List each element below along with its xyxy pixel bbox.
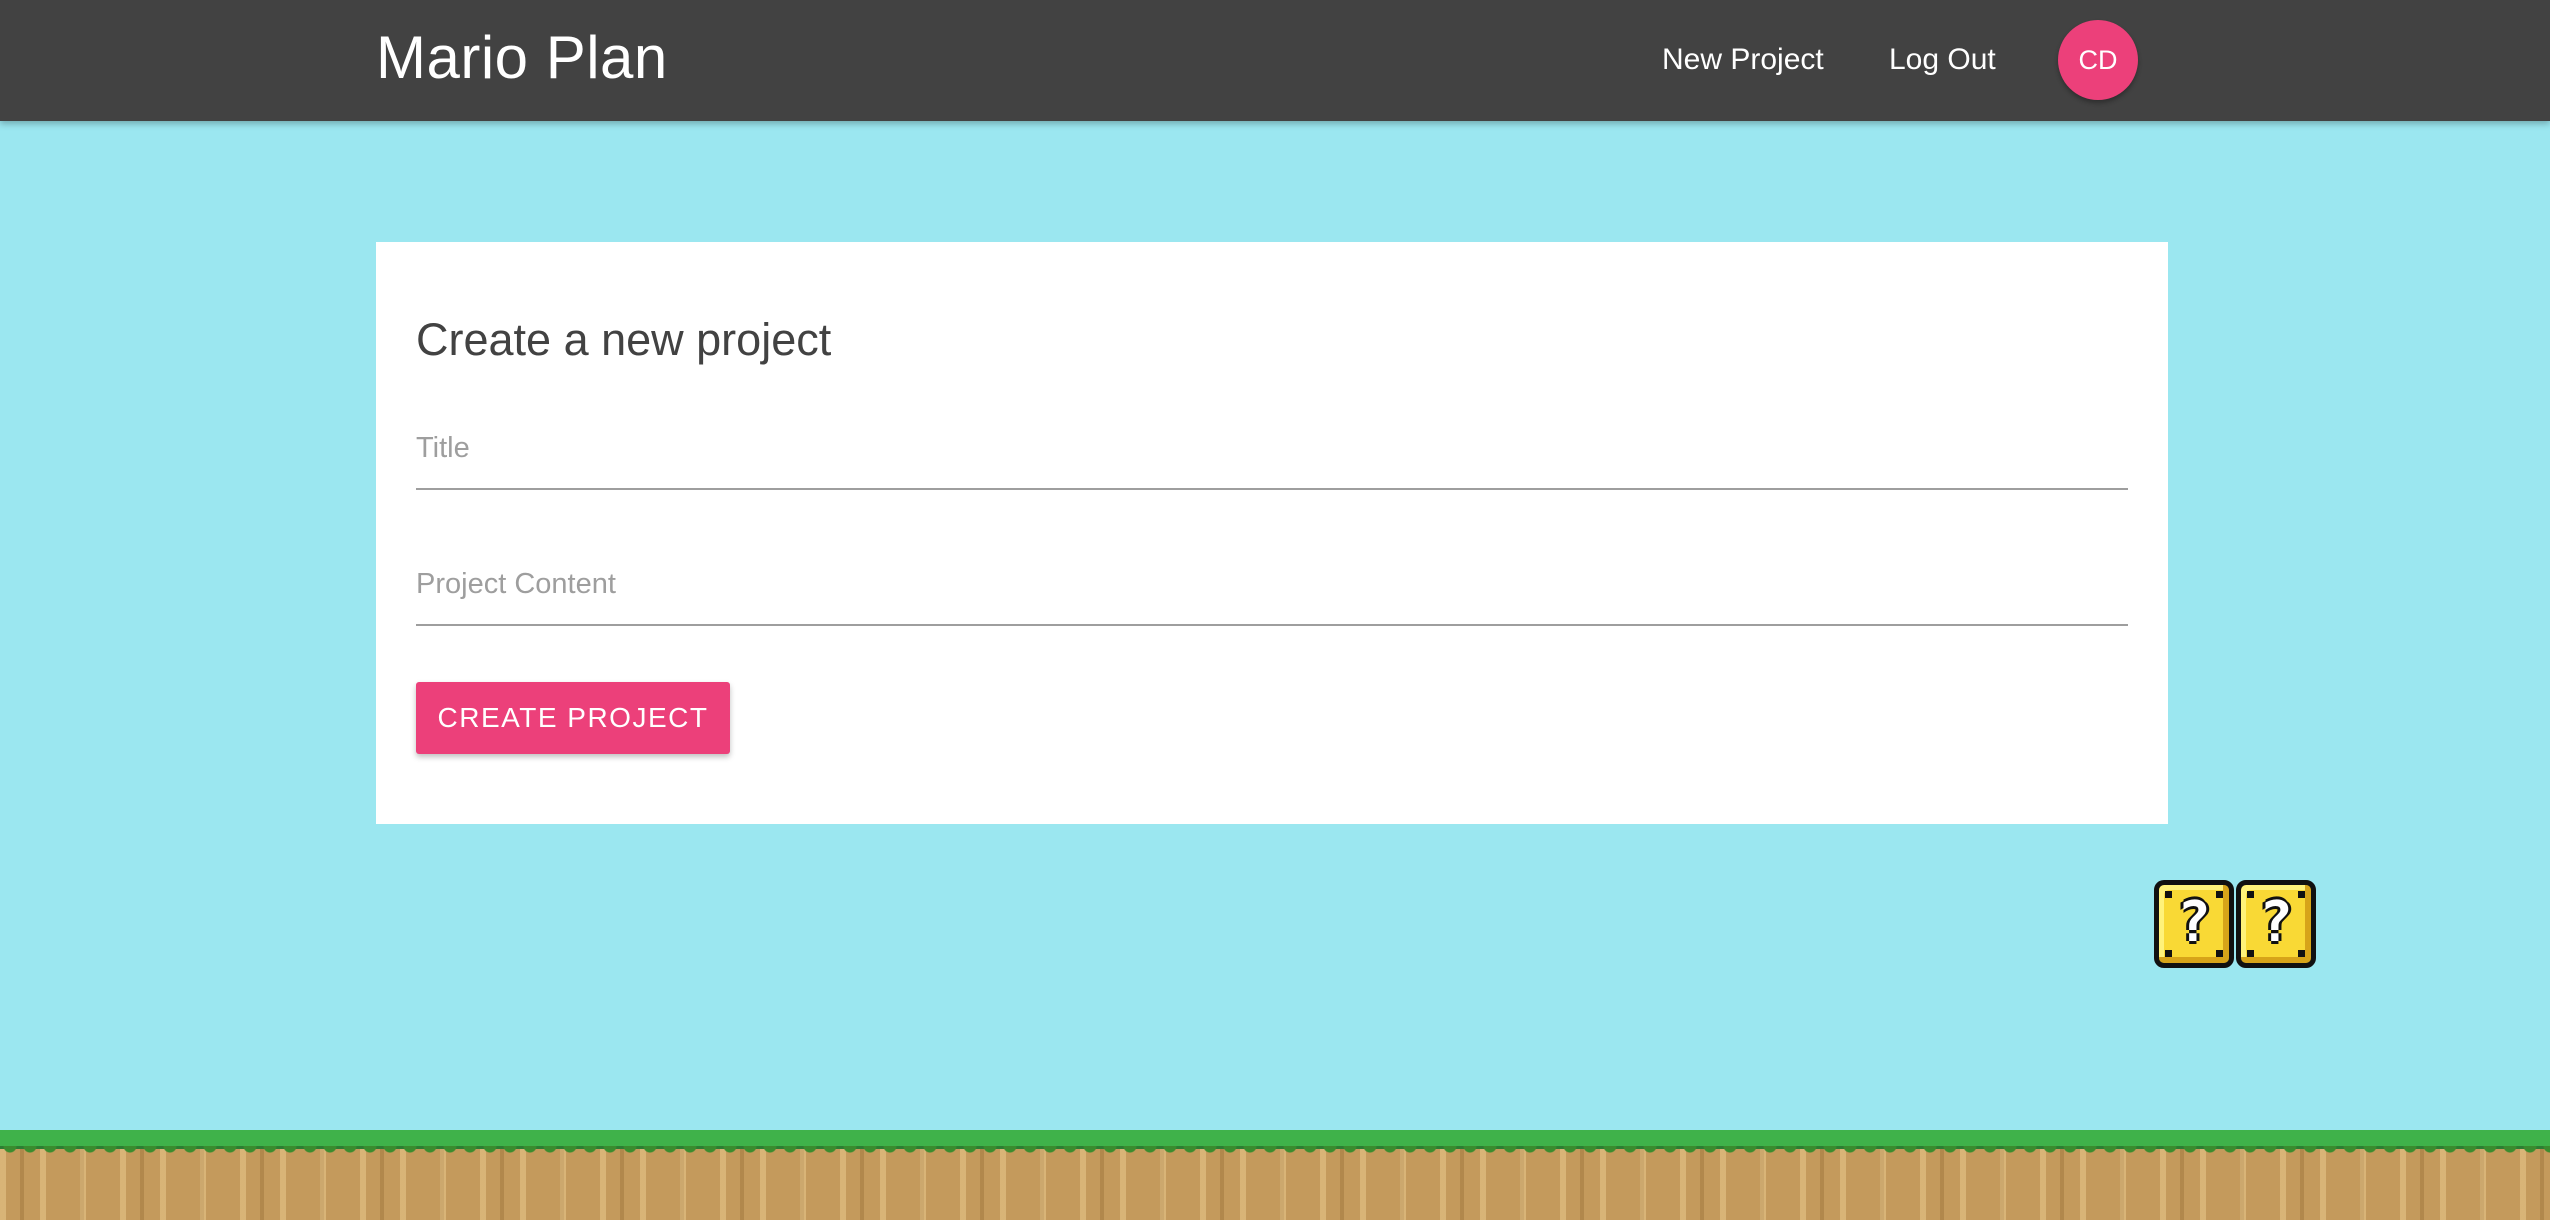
project-content-input[interactable] bbox=[416, 554, 2132, 626]
title-input[interactable] bbox=[416, 418, 2132, 490]
project-content-field[interactable]: Project Content bbox=[416, 554, 2132, 626]
question-block-icon: ? bbox=[2154, 880, 2234, 968]
new-project-link[interactable]: New Project bbox=[1662, 38, 1824, 82]
top-navbar: Mario Plan New Project Log Out CD bbox=[0, 0, 2550, 121]
ground-terrain bbox=[0, 1130, 2550, 1220]
rivet-icon bbox=[2216, 950, 2223, 957]
rivet-icon bbox=[2165, 950, 2172, 957]
user-avatar[interactable]: CD bbox=[2058, 20, 2138, 100]
create-project-button[interactable]: CREATE PROJECT bbox=[416, 682, 730, 754]
rivet-icon bbox=[2298, 950, 2305, 957]
title-field[interactable]: Title bbox=[416, 418, 2132, 490]
question-mark-glyph: ? bbox=[2177, 890, 2211, 955]
brand-logo[interactable]: Mario Plan bbox=[376, 22, 668, 94]
question-mark-glyph: ? bbox=[2259, 890, 2293, 955]
question-blocks: ? ? bbox=[2154, 880, 2320, 970]
form-heading: Create a new project bbox=[416, 314, 832, 365]
create-project-card: Create a new project Title Project Conte… bbox=[376, 242, 2168, 824]
rivet-icon bbox=[2247, 950, 2254, 957]
question-block-icon: ? bbox=[2236, 880, 2316, 968]
grass-edge bbox=[0, 1146, 2550, 1154]
log-out-link[interactable]: Log Out bbox=[1889, 38, 1996, 82]
